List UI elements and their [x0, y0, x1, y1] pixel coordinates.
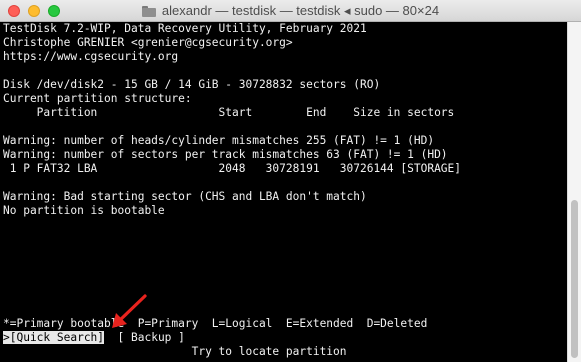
disk-info-line: Disk /dev/disk2 - 15 GB / 14 GiB - 30728…: [3, 78, 381, 91]
legend-line: *=Primary bootable P=Primary L=Logical E…: [3, 317, 428, 330]
title-bar[interactable]: alexandr — testdisk — testdisk ◂ sudo — …: [0, 0, 581, 22]
annotation-arrow-icon: [112, 294, 147, 328]
terminal-content[interactable]: TestDisk 7.2-WIP, Data Recovery Utility,…: [0, 22, 567, 362]
warning-line: Warning: number of sectors per track mis…: [3, 148, 448, 161]
terminal-line: https://www.cgsecurity.org: [3, 50, 179, 63]
window-title-group: alexandr — testdisk — testdisk ◂ sudo — …: [0, 0, 581, 22]
backup-option[interactable]: [ Backup ]: [118, 331, 185, 344]
menu-gap: [104, 331, 117, 344]
hint-line: Try to locate partition: [3, 345, 347, 358]
terminal-line: Current partition structure:: [3, 92, 192, 105]
menu-row: >[Quick Search] [ Backup ]: [3, 331, 185, 345]
window-title: alexandr — testdisk — testdisk ◂ sudo — …: [161, 3, 440, 18]
terminal-window: alexandr — testdisk — testdisk ◂ sudo — …: [0, 0, 581, 362]
quick-search-option[interactable]: >[Quick Search]: [3, 331, 105, 344]
partition-row: 1 P FAT32 LBA 2048 30728191 30726144 [ST…: [3, 162, 462, 175]
partition-table-header: Partition Start End Size in sectors: [3, 106, 455, 119]
status-line: No partition is bootable: [3, 204, 165, 217]
warning-line: Warning: Bad starting sector (CHS and LB…: [3, 190, 367, 203]
vertical-scrollbar[interactable]: [567, 22, 581, 362]
terminal-line: Christophe GRENIER <grenier@cgsecurity.o…: [3, 36, 293, 49]
scrollbar-thumb[interactable]: [571, 200, 578, 358]
warning-line: Warning: number of heads/cylinder mismat…: [3, 134, 435, 147]
terminal-line: TestDisk 7.2-WIP, Data Recovery Utility,…: [3, 22, 367, 35]
folder-icon: [141, 5, 156, 17]
